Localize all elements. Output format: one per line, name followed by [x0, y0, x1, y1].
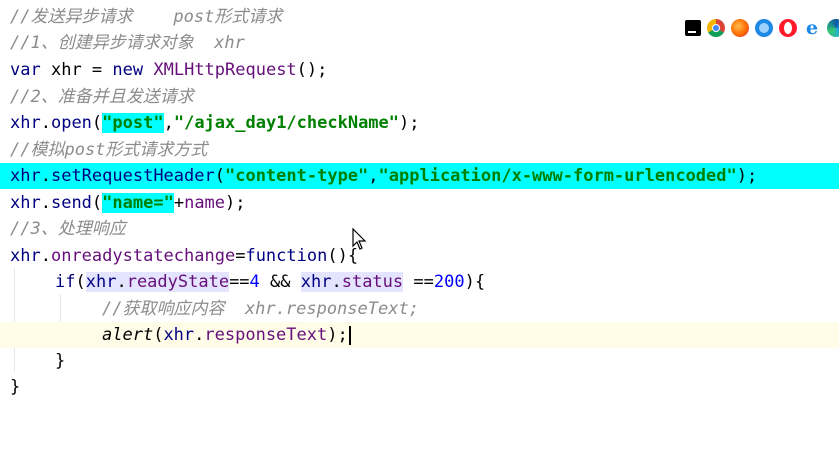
code-line-6[interactable]: //模拟post形式请求方式 [0, 137, 839, 163]
number-literal: 200 [433, 272, 465, 292]
constructor: XMLHttpRequest [153, 60, 297, 80]
keyword: function [245, 246, 328, 266]
opera-icon[interactable] [779, 19, 797, 37]
code-line-9[interactable]: //3、处理响应 [0, 216, 839, 242]
comment: //模拟post形式请求方式 [10, 140, 208, 160]
code-line-12[interactable]: //获取响应内容 xhr.responseText; [0, 296, 839, 322]
chrome-icon[interactable] [707, 19, 725, 37]
intellij-icon[interactable] [685, 20, 701, 36]
code-line-4[interactable]: //2、准备并且发送请求 [0, 84, 839, 110]
ie-icon[interactable]: e [803, 19, 821, 38]
code-line-5[interactable]: xhr.open("post","/ajax_day1/checkName"); [0, 110, 839, 136]
keyword: if [55, 272, 76, 292]
string-literal: "name=" [102, 193, 174, 213]
closing-brace: } [55, 351, 66, 371]
code-line-13[interactable]: alert(xhr.responseText); [0, 322, 839, 348]
property: status [341, 272, 404, 292]
string-literal: "post" [102, 113, 164, 133]
code-line-15[interactable]: } [0, 374, 839, 400]
safari-icon[interactable] [755, 19, 773, 37]
edge-icon[interactable] [827, 19, 839, 37]
code-line-10[interactable]: xhr.onreadystatechange=function(){ [0, 243, 839, 269]
method-name: open [50, 113, 92, 133]
code-editor[interactable]: //发送异步请求 post形式请求 //1、创建异步请求对象 xhr var x… [0, 0, 839, 401]
mouse-pointer-icon [352, 228, 367, 250]
property: onreadystatechange [50, 246, 236, 266]
text-caret [348, 325, 351, 345]
comment: //获取响应内容 xhr.responseText; [102, 299, 419, 319]
browser-preview-bar: e [685, 17, 839, 39]
code-line-11[interactable]: if(xhr.readyState==4 && xhr.status ==200… [0, 269, 839, 295]
comment: //1、创建异步请求对象 xhr [10, 33, 245, 53]
code-line-3[interactable]: var xhr = new XMLHttpRequest(); [0, 57, 839, 83]
comment: //发送异步请求 post形式请求 [10, 7, 283, 27]
code-line-14[interactable]: } [0, 348, 839, 374]
property: readyState [126, 272, 230, 292]
code-line-7[interactable]: xhr.setRequestHeader("content-type","app… [0, 163, 839, 189]
firefox-icon[interactable] [731, 19, 749, 37]
variable: xhr [50, 60, 82, 80]
string-literal: "content-type" [224, 166, 369, 186]
variable: name [184, 193, 226, 213]
method-name: send [50, 193, 92, 213]
function-name: alert [102, 325, 154, 345]
number-literal: 4 [249, 272, 260, 292]
method-name: setRequestHeader [50, 166, 215, 186]
string-literal: "/ajax_day1/checkName" [173, 113, 400, 133]
string-literal: "application/x-www-form-urlencoded" [378, 166, 737, 186]
closing-brace: } [10, 377, 21, 397]
keyword: var [10, 60, 41, 80]
property: responseText [204, 325, 328, 345]
keyword: new [112, 60, 144, 80]
comment: //2、准备并且发送请求 [10, 87, 194, 107]
comment: //3、处理响应 [10, 219, 126, 239]
code-line-8[interactable]: xhr.send("name="+name); [0, 190, 839, 216]
